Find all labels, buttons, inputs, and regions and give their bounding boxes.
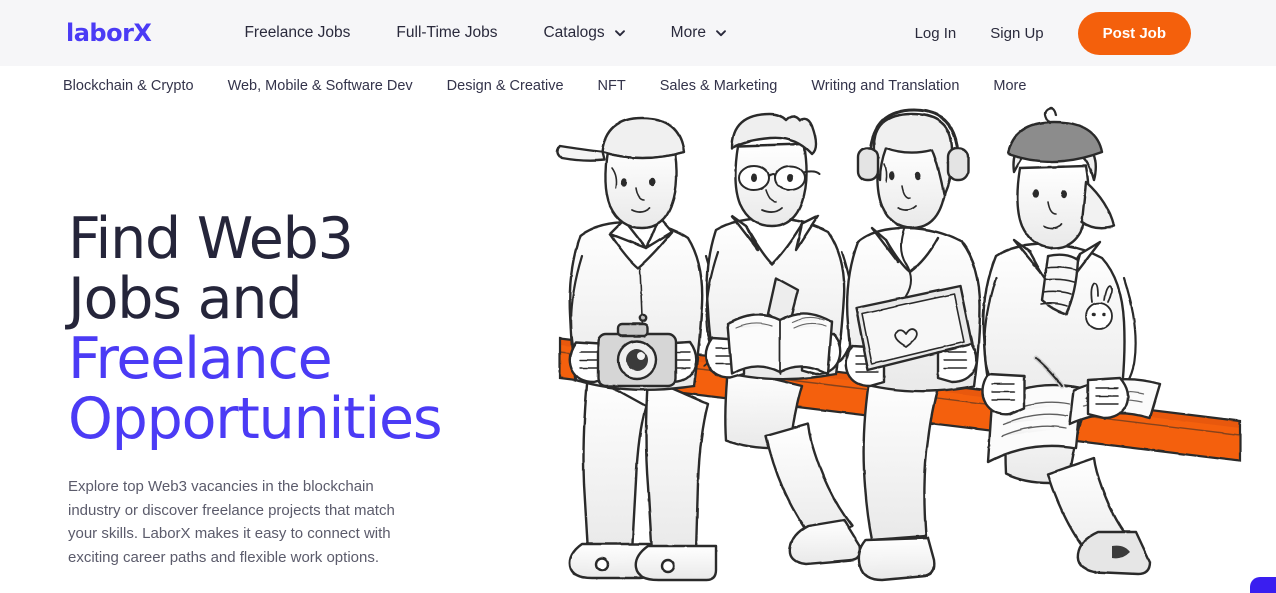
- headline-line-1: Find Web3: [68, 206, 354, 272]
- page-title: Find Web3 Jobs and Freelance Opportuniti…: [68, 209, 538, 449]
- laborx-logo[interactable]: laborX: [66, 21, 152, 45]
- chevron-down-icon: [715, 27, 726, 38]
- subnav-item-more[interactable]: More: [976, 66, 1043, 106]
- post-job-button[interactable]: Post Job: [1077, 11, 1191, 55]
- subnav-item-nft[interactable]: NFT: [581, 66, 643, 106]
- category-navigation: Blockchain & Crypto Web, Mobile & Softwa…: [0, 66, 1276, 106]
- primary-navigation: Freelance Jobs Full-Time Jobs Catalogs M…: [221, 0, 749, 66]
- headline-line-4: Opportunities: [68, 386, 443, 452]
- chat-widget-button[interactable]: [1250, 577, 1276, 593]
- nav-item-more[interactable]: More: [648, 0, 749, 66]
- nav-item-catalogs[interactable]: Catalogs: [520, 0, 647, 66]
- hero-copy: Find Web3 Jobs and Freelance Opportuniti…: [68, 209, 538, 569]
- person-photographer: [556, 116, 718, 582]
- signup-link[interactable]: Sign Up: [973, 25, 1060, 42]
- subnav-item-web-mobile-software-dev[interactable]: Web, Mobile & Software Dev: [211, 66, 430, 106]
- subnav-item-design-creative[interactable]: Design & Creative: [430, 66, 581, 106]
- nav-item-freelance-jobs[interactable]: Freelance Jobs: [221, 0, 373, 66]
- nav-label: Full-Time Jobs: [396, 24, 498, 41]
- subnav-item-sales-marketing[interactable]: Sales & Marketing: [643, 66, 795, 106]
- hero-illustration: [540, 106, 1276, 593]
- chevron-down-icon: [614, 27, 625, 38]
- person-reader: [704, 112, 862, 566]
- subnav-item-writing-translation[interactable]: Writing and Translation: [794, 66, 976, 106]
- nav-label: More: [670, 24, 706, 41]
- auth-actions: Log In Sign Up Post Job: [898, 11, 1191, 55]
- person-writer: [981, 106, 1162, 576]
- nav-label: Freelance Jobs: [244, 24, 351, 41]
- nav-item-full-time-jobs[interactable]: Full-Time Jobs: [373, 0, 520, 66]
- hero-paragraph: Explore top Web3 vacancies in the blockc…: [68, 478, 395, 566]
- hero-section: Find Web3 Jobs and Freelance Opportuniti…: [0, 106, 1276, 593]
- subnav-item-blockchain-crypto[interactable]: Blockchain & Crypto: [46, 66, 211, 106]
- headline-line-3: Freelance: [68, 326, 333, 392]
- login-link[interactable]: Log In: [898, 25, 974, 42]
- headline-line-2: Jobs and: [68, 266, 303, 332]
- person-listener: [844, 108, 982, 582]
- site-header: laborX Freelance Jobs Full-Time Jobs Cat…: [0, 0, 1276, 66]
- nav-label: Catalogs: [543, 24, 605, 41]
